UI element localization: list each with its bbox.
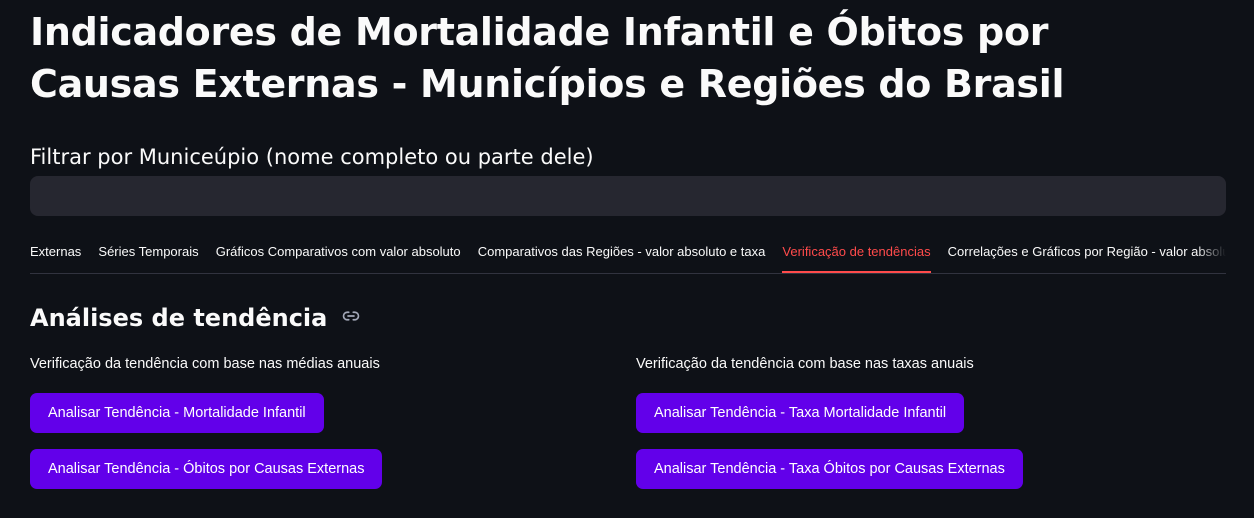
analyze-mortalidade-infantil-button[interactable]: Analisar Tendência - Mortalidade Infanti… <box>30 393 324 433</box>
tab-correlacoes-graficos[interactable]: Correlações e Gráficos por Região - valo… <box>948 232 1226 272</box>
tab-bar: Externas Séries Temporais Gráficos Compa… <box>30 232 1226 274</box>
link-icon[interactable] <box>342 301 360 333</box>
municipality-filter-label: Filtrar por Municeúpio (nome completo ou… <box>30 145 594 169</box>
app-page: Indicadores de Mortalidade Infantil e Ób… <box>0 0 1254 518</box>
tab-verificacao-tendencias[interactable]: Verificação de tendências <box>782 232 931 273</box>
tab-series-temporais[interactable]: Séries Temporais <box>98 232 198 272</box>
tabs-overflow-fade <box>1196 232 1226 272</box>
municipality-filter-input[interactable] <box>30 176 1226 216</box>
tab-graficos-comparativos[interactable]: Gráficos Comparativos com valor absoluto <box>216 232 461 272</box>
analyze-taxa-mortalidade-infantil-button[interactable]: Analisar Tendência - Taxa Mortalidade In… <box>636 393 965 433</box>
page-title: Indicadores de Mortalidade Infantil e Ób… <box>30 10 1065 106</box>
analyze-obitos-causas-externas-button[interactable]: Analisar Tendência - Óbitos por Causas E… <box>30 449 383 489</box>
section-heading: Análises de tendência <box>30 302 360 334</box>
left-column-description: Verificação da tendência com base nas mé… <box>30 356 380 372</box>
analyze-taxa-obitos-causas-externas-button[interactable]: Analisar Tendência - Taxa Óbitos por Cau… <box>636 449 1023 489</box>
right-column-description: Verificação da tendência com base nas ta… <box>636 356 974 372</box>
tab-externas[interactable]: Externas <box>30 232 81 272</box>
section-heading-text: Análises de tendência <box>30 304 328 332</box>
tab-comparativos-regioes[interactable]: Comparativos das Regiões - valor absolut… <box>478 232 766 272</box>
